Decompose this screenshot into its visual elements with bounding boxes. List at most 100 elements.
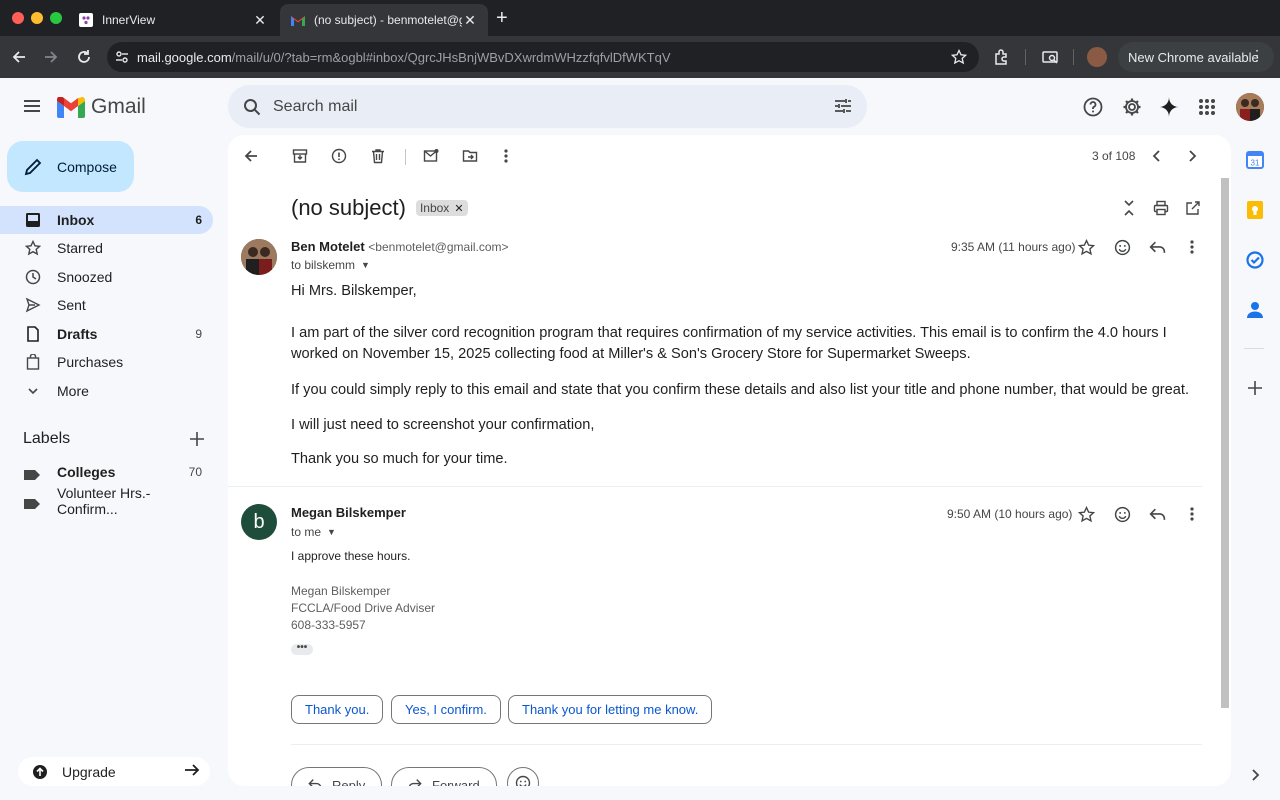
more-vert-icon[interactable] [496, 146, 516, 166]
main-menu-icon[interactable] [22, 96, 42, 116]
reply-button[interactable]: Reply [291, 767, 383, 787]
account-avatar[interactable] [1236, 93, 1264, 121]
open-new-window-icon[interactable] [1183, 198, 1203, 218]
sidebar-item-inbox[interactable]: Inbox 6 [0, 206, 213, 234]
new-tab-button[interactable]: + [496, 7, 508, 30]
bookmark-star-icon[interactable] [950, 48, 968, 70]
arrow-right-icon [184, 762, 200, 781]
forward-arrow-icon [408, 777, 422, 786]
reply-divider [291, 744, 1202, 745]
help-icon[interactable] [1082, 96, 1104, 118]
cast-search-icon[interactable] [1040, 47, 1060, 67]
gemini-sparkle-icon[interactable] [1158, 96, 1180, 118]
sidebar-item-drafts[interactable]: Drafts 9 [0, 320, 213, 348]
reply-icon[interactable] [1147, 504, 1167, 524]
smart-reply-button[interactable]: Thank you. [291, 695, 384, 724]
reply-label: Reply [332, 777, 366, 787]
mark-unread-icon[interactable] [421, 146, 441, 166]
close-tab-icon[interactable]: ✕ [462, 12, 478, 29]
show-trimmed-content-button[interactable]: ••• [291, 643, 313, 655]
google-tasks-icon[interactable] [1245, 250, 1265, 270]
message-timestamp: 9:35 AM (11 hours ago) [951, 240, 1076, 254]
close-window-button[interactable] [12, 12, 24, 24]
chevron-down-icon [24, 382, 42, 400]
reply-sender-avatar[interactable]: b [241, 504, 277, 540]
newer-chevron-left-icon[interactable] [1147, 146, 1167, 166]
collapse-all-icon[interactable] [1119, 198, 1139, 218]
report-spam-icon[interactable] [329, 146, 349, 166]
recipient-line[interactable]: to bilskemm ▼ [291, 258, 370, 272]
trash-icon[interactable] [368, 146, 388, 166]
search-options-icon[interactable] [834, 97, 852, 115]
send-icon [24, 296, 42, 314]
forward-arrow-icon[interactable] [41, 47, 61, 67]
back-arrow-icon[interactable] [9, 47, 29, 67]
message-divider [228, 486, 1202, 487]
reply-sender-name[interactable]: Megan Bilskemper [291, 505, 406, 520]
add-reaction-emoji-icon[interactable] [1112, 504, 1132, 524]
google-contacts-icon[interactable] [1245, 300, 1265, 320]
upgrade-button[interactable]: Upgrade [18, 757, 210, 786]
site-info-icon[interactable] [107, 50, 137, 64]
extensions-icon[interactable] [992, 47, 1012, 67]
smart-reply-button[interactable]: Thank you for letting me know. [508, 695, 713, 724]
smart-reply-button[interactable]: Yes, I confirm. [391, 695, 501, 724]
label-volunteer-hrs[interactable]: Volunteer Hrs.- Confirm... [0, 485, 213, 517]
back-to-inbox-icon[interactable] [241, 146, 261, 166]
apps-grid-icon[interactable] [1196, 96, 1218, 118]
thread-scrollbar[interactable] [1219, 178, 1231, 708]
url-text: mail.google.com/mail/u/0/?tab=rm&ogbl#in… [137, 50, 671, 65]
message-more-vert-icon[interactable] [1182, 504, 1202, 524]
emoji-react-button[interactable] [507, 767, 539, 786]
add-reaction-emoji-icon[interactable] [1112, 237, 1132, 257]
gmail-logo[interactable]: Gmail [57, 95, 146, 119]
create-label-plus-icon[interactable] [188, 430, 206, 448]
reload-icon[interactable] [74, 47, 94, 67]
star-message-icon[interactable] [1076, 504, 1096, 524]
maximize-window-button[interactable] [50, 12, 62, 24]
browser-tab-gmail[interactable]: (no subject) - benmotelet@gmail.com ✕ [280, 4, 488, 36]
minimize-window-button[interactable] [31, 12, 43, 24]
chrome-menu-icon[interactable]: ⋮ [1250, 48, 1264, 62]
sender-avatar[interactable] [241, 239, 277, 275]
address-bar[interactable]: mail.google.com/mail/u/0/?tab=rm&ogbl#in… [107, 42, 979, 72]
google-calendar-icon[interactable]: 31 [1245, 150, 1265, 170]
sidebar-item-label: Snoozed [57, 269, 113, 285]
settings-gear-icon[interactable] [1121, 96, 1143, 118]
star-message-icon[interactable] [1076, 237, 1096, 257]
sidebar-item-snoozed[interactable]: Snoozed [0, 263, 213, 291]
archive-icon[interactable] [290, 146, 310, 166]
move-to-icon[interactable] [460, 146, 480, 166]
label-colleges[interactable]: Colleges 70 [0, 459, 213, 485]
reply-icon[interactable] [1147, 237, 1167, 257]
sender-name[interactable]: Ben Motelet [291, 239, 365, 254]
compose-button[interactable]: Compose [7, 141, 134, 192]
remove-label-icon[interactable]: ✕ [454, 202, 463, 215]
forward-button[interactable]: Forward [391, 767, 497, 786]
search-icon[interactable] [243, 98, 261, 116]
message-more-vert-icon[interactable] [1182, 237, 1202, 257]
browser-tab-innerview[interactable]: InnerView ✕ [68, 4, 278, 36]
tab-title: (no subject) - benmotelet@gmail.com [314, 13, 462, 27]
sidebar-item-starred[interactable]: Starred [0, 234, 213, 262]
reply-recipient-line[interactable]: to me ▼ [291, 525, 336, 539]
older-chevron-right-icon[interactable] [1182, 146, 1202, 166]
chrome-profile-avatar[interactable] [1087, 47, 1107, 67]
scrollbar-thumb[interactable] [1221, 178, 1229, 708]
emoji-icon [515, 775, 531, 786]
expand-side-panel-chevron-icon[interactable] [1245, 765, 1265, 785]
search-input[interactable]: Search mail [273, 98, 357, 116]
sidebar-item-more[interactable]: More [0, 377, 213, 405]
sidebar-item-sent[interactable]: Sent [0, 291, 213, 319]
new-chrome-available-button[interactable]: New Chrome available ⋮ [1118, 42, 1274, 72]
print-icon[interactable] [1151, 198, 1171, 218]
google-keep-icon[interactable] [1245, 200, 1265, 220]
search-bar[interactable]: Search mail [228, 85, 867, 128]
get-addons-plus-icon[interactable] [1245, 378, 1265, 398]
details-dropdown-icon[interactable]: ▼ [361, 260, 370, 270]
details-dropdown-icon[interactable]: ▼ [327, 527, 336, 537]
compose-label: Compose [57, 158, 117, 175]
close-tab-icon[interactable]: ✕ [252, 12, 268, 29]
sidebar-item-purchases[interactable]: Purchases [0, 348, 213, 376]
reply-body-text: I approve these hours. [291, 549, 411, 563]
